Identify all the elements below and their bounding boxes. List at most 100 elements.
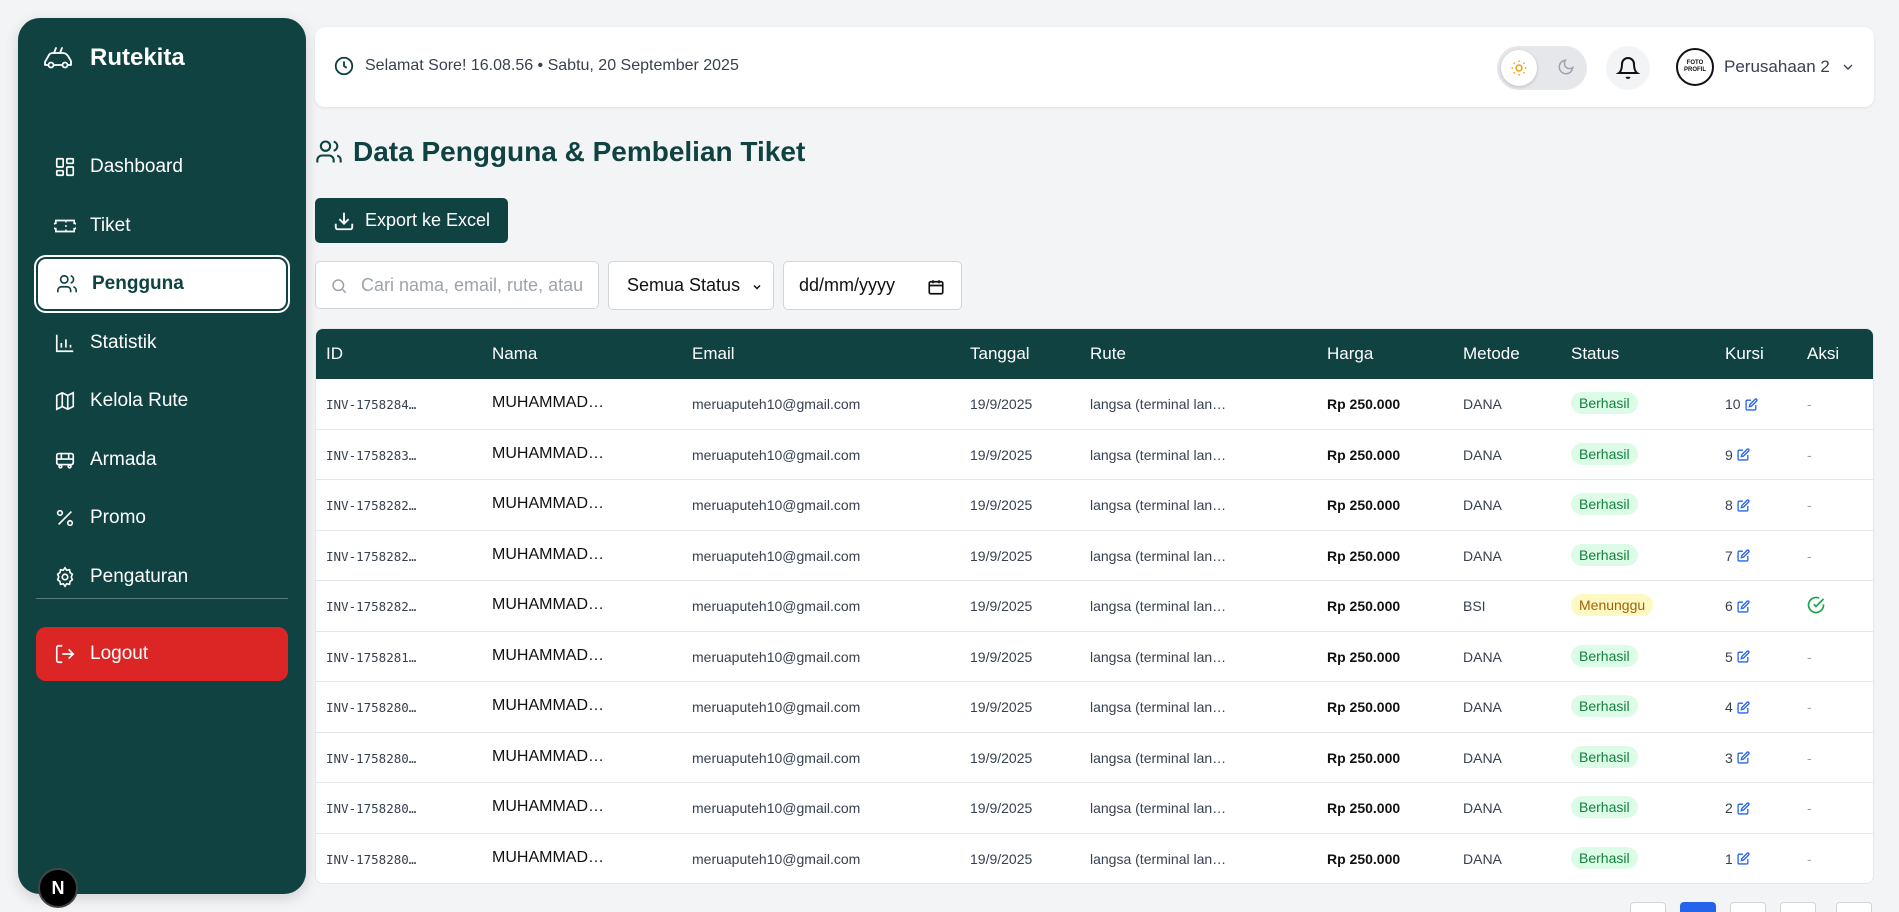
edit-icon[interactable] [1737, 852, 1750, 865]
cell-kursi[interactable]: 10 [1725, 396, 1758, 412]
status-badge: Berhasil [1571, 846, 1638, 869]
col-header-aksi[interactable]: Aksi [1807, 344, 1839, 364]
pagination-page-button[interactable] [1780, 902, 1816, 912]
cell-email: meruaputeh10@gmail.com [692, 648, 861, 665]
cell-rute: langsa (terminal lan… [1090, 850, 1227, 867]
cell-tanggal: 19/9/2025 [970, 800, 1033, 816]
cell-email: meruaputeh10@gmail.com [692, 446, 861, 463]
cell-email: meruaputeh10@gmail.com [692, 749, 861, 766]
dashboard-icon [55, 157, 75, 177]
cell-harga: Rp 250.000 [1327, 547, 1401, 564]
theme-toggle[interactable] [1497, 46, 1587, 90]
sidebar-item-dashboard[interactable]: Dashboard [36, 140, 288, 194]
status-filter-select[interactable]: Semua Status [608, 261, 774, 310]
table-row[interactable]: INV-1758282… MUHAMMAD… meruaputeh10@gmail.… [316, 531, 1873, 581]
gear-icon [56, 565, 74, 588]
ticket-icon [54, 219, 76, 232]
sidebar-item-label: Dashboard [90, 156, 183, 177]
sidebar-item-kelola-rute[interactable]: Kelola Rute [36, 374, 288, 428]
approve-button[interactable] [1807, 596, 1825, 617]
cell-rute: langsa (terminal lan… [1090, 497, 1227, 513]
edit-icon[interactable] [1737, 599, 1750, 613]
table-row[interactable]: INV-1758282… MUHAMMAD… meruaputeh10@gmail.… [316, 581, 1873, 632]
cell-id: INV-1758284… [326, 397, 417, 412]
cell-aksi: - [1807, 648, 1812, 665]
notification-button[interactable] [1606, 46, 1650, 90]
sidebar-item-promo[interactable]: Promo [36, 491, 288, 545]
edit-icon[interactable] [1745, 397, 1758, 411]
table-row[interactable]: INV-1758283… MUHAMMAD… meruaputeh10@gmail.… [316, 430, 1873, 480]
col-header-rute[interactable]: Rute [1090, 344, 1126, 364]
cell-metode: DANA [1463, 749, 1502, 766]
cell-rute: langsa (terminal lan… [1090, 396, 1227, 412]
cell-kursi[interactable]: 7 [1725, 548, 1750, 564]
pagination-page-button[interactable] [1680, 902, 1716, 912]
cell-kursi[interactable]: 1 [1725, 851, 1750, 867]
col-header-id[interactable]: ID [326, 344, 343, 364]
sidebar-item-pengguna[interactable]: Pengguna [34, 255, 290, 313]
sidebar-item-label: Kelola Rute [90, 390, 189, 411]
table-row[interactable]: INV-1758284… MUHAMMAD… meruaputeh10@gmail.… [316, 379, 1873, 430]
cell-kursi[interactable]: 4 [1725, 699, 1750, 715]
kursi-number: 7 [1725, 547, 1733, 564]
col-header-tanggal[interactable]: Tanggal [970, 344, 1030, 364]
edit-icon[interactable] [1737, 650, 1750, 663]
cell-aksi: - [1807, 850, 1812, 867]
col-header-kursi[interactable]: Kursi [1725, 344, 1764, 364]
col-header-metode[interactable]: Metode [1463, 344, 1520, 364]
sidebar-item-tiket[interactable]: Tiket [36, 199, 288, 253]
cell-metode: DANA [1463, 800, 1502, 816]
edit-icon[interactable] [1737, 498, 1750, 512]
cell-kursi[interactable]: 2 [1725, 800, 1750, 816]
sidebar-divider [36, 598, 288, 599]
col-header-status[interactable]: Status [1571, 344, 1619, 364]
profile-menu[interactable]: FOTO PROFIL Perusahaan 2 [1676, 48, 1856, 86]
edit-icon[interactable] [1737, 700, 1750, 714]
edit-icon[interactable] [1737, 751, 1750, 764]
cell-kursi[interactable]: 6 [1725, 598, 1750, 614]
calendar-icon[interactable] [927, 278, 945, 296]
sidebar-item-label: Pengguna [92, 273, 184, 294]
dev-tools-badge[interactable]: N [38, 868, 78, 908]
status-badge: Berhasil [1571, 695, 1638, 717]
cell-metode: DANA [1463, 699, 1502, 715]
cell-kursi[interactable]: 3 [1725, 750, 1750, 766]
cell-email: meruaputeh10@gmail.com [692, 547, 861, 564]
cell-kursi[interactable]: 5 [1725, 649, 1750, 665]
table-row[interactable]: INV-1758281… MUHAMMAD… meruaputeh10@gmail.… [316, 632, 1873, 682]
cell-kursi[interactable]: 8 [1725, 497, 1750, 513]
cell-rute: langsa (terminal lan… [1090, 446, 1227, 463]
date-filter-input[interactable]: dd/mm/yyyy [783, 261, 962, 310]
search-input[interactable] [361, 274, 589, 296]
table-row[interactable]: INV-1758280… MUHAMMAD… meruaputeh10@gmail.… [316, 682, 1873, 733]
table-row[interactable]: INV-1758280… MUHAMMAD… meruaputeh10@gmail.… [316, 783, 1873, 834]
sidebar-item-armada[interactable]: Armada [36, 433, 288, 487]
sidebar-item-statistik[interactable]: Statistik [36, 316, 288, 370]
edit-icon[interactable] [1737, 448, 1750, 461]
kursi-number: 10 [1725, 396, 1741, 412]
pagination-page-button[interactable] [1730, 902, 1766, 912]
cell-kursi[interactable]: 9 [1725, 447, 1750, 463]
col-header-harga[interactable]: Harga [1327, 344, 1373, 364]
edit-icon[interactable] [1737, 549, 1750, 562]
table-row[interactable]: INV-1758280… MUHAMMAD… meruaputeh10@gmail.… [316, 733, 1873, 783]
col-header-nama[interactable]: Nama [492, 344, 537, 364]
sidebar-nav: Dashboard Tiket Pengguna Statistik Kelol… [34, 140, 290, 608]
table-row[interactable]: INV-1758280… MUHAMMAD… meruaputeh10@gmail.… [316, 834, 1873, 884]
table-header: ID Nama Email Tanggal Rute Harga Metode … [316, 329, 1873, 379]
kursi-number: 2 [1725, 800, 1733, 816]
cell-email: meruaputeh10@gmail.com [692, 598, 861, 614]
pagination-next-button[interactable] [1836, 902, 1872, 912]
export-excel-button[interactable]: Export ke Excel [315, 198, 508, 243]
cell-tanggal: 19/9/2025 [970, 396, 1033, 412]
cell-aksi: - [1807, 800, 1812, 816]
logout-button[interactable]: Logout [36, 627, 288, 681]
sidebar-item-pengaturan[interactable]: Pengaturan [36, 550, 288, 604]
cell-nama: MUHAMMAD… [492, 545, 604, 563]
brand[interactable]: Rutekita [42, 44, 185, 72]
sun-icon [1511, 60, 1527, 76]
col-header-email[interactable]: Email [692, 344, 735, 364]
table-row[interactable]: INV-1758282… MUHAMMAD… meruaputeh10@gmail.… [316, 480, 1873, 531]
edit-icon[interactable] [1737, 801, 1750, 815]
pagination-prev-button[interactable] [1630, 902, 1666, 912]
